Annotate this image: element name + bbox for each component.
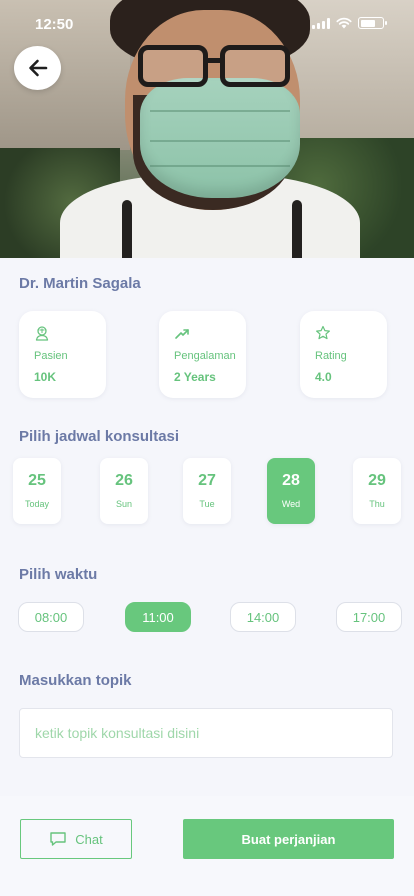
date-day: Wed bbox=[281, 499, 301, 509]
patient-icon bbox=[35, 326, 49, 341]
status-icons bbox=[312, 17, 387, 29]
stat-card-experience: Pengalaman 2 Years bbox=[159, 311, 246, 398]
date-day: Sun bbox=[115, 499, 132, 509]
stat-value: 2 Years bbox=[174, 370, 216, 384]
doctor-name: Dr. Martin Sagala bbox=[19, 275, 141, 292]
wifi-icon bbox=[336, 17, 352, 29]
date-option[interactable]: 25 Today bbox=[13, 458, 61, 524]
trending-up-icon bbox=[175, 329, 189, 339]
date-option-selected[interactable]: 28 Wed bbox=[267, 458, 315, 524]
chat-button[interactable]: Chat bbox=[20, 819, 132, 859]
time-slot[interactable]: 17:00 bbox=[336, 602, 402, 632]
back-button[interactable] bbox=[14, 46, 61, 90]
arrow-left-icon bbox=[28, 59, 47, 77]
date-option[interactable]: 27 Tue bbox=[183, 458, 231, 524]
battery-icon bbox=[358, 17, 387, 29]
date-number: 27 bbox=[198, 472, 216, 489]
book-appointment-button[interactable]: Buat perjanjian bbox=[183, 819, 394, 859]
date-option[interactable]: 29 Thu bbox=[353, 458, 401, 524]
time-slot-selected[interactable]: 11:00 bbox=[125, 602, 191, 632]
stat-label: Rating bbox=[315, 350, 347, 362]
stat-card-rating: Rating 4.0 bbox=[300, 311, 387, 398]
stat-label: Pengalaman bbox=[174, 350, 236, 362]
date-number: 29 bbox=[368, 472, 386, 489]
stat-value: 10K bbox=[34, 370, 57, 384]
date-day: Tue bbox=[199, 499, 215, 509]
date-number: 25 bbox=[28, 472, 46, 489]
signal-icon bbox=[312, 17, 330, 29]
status-bar: 12:50 bbox=[0, 0, 414, 48]
date-option[interactable]: 26 Sun bbox=[100, 458, 148, 524]
date-number: 28 bbox=[282, 472, 300, 489]
schedule-title: Pilih jadwal konsultasi bbox=[19, 428, 180, 445]
time-title: Pilih waktu bbox=[19, 566, 98, 583]
stat-label: Pasien bbox=[34, 350, 68, 362]
date-day: Today bbox=[24, 499, 50, 509]
stat-value: 4.0 bbox=[315, 370, 332, 384]
stat-card-patients: Pasien 10K bbox=[19, 311, 106, 398]
topic-input[interactable] bbox=[19, 708, 393, 758]
status-time: 12:50 bbox=[35, 16, 74, 33]
date-number: 26 bbox=[115, 472, 133, 489]
time-slot[interactable]: 14:00 bbox=[230, 602, 296, 632]
chat-icon bbox=[50, 832, 66, 846]
chat-button-label: Chat bbox=[75, 831, 103, 847]
date-day: Thu bbox=[369, 499, 385, 509]
book-appointment-label: Buat perjanjian bbox=[241, 831, 336, 847]
star-icon bbox=[316, 325, 330, 340]
topic-title: Masukkan topik bbox=[19, 672, 132, 689]
time-slot[interactable]: 08:00 bbox=[18, 602, 84, 632]
